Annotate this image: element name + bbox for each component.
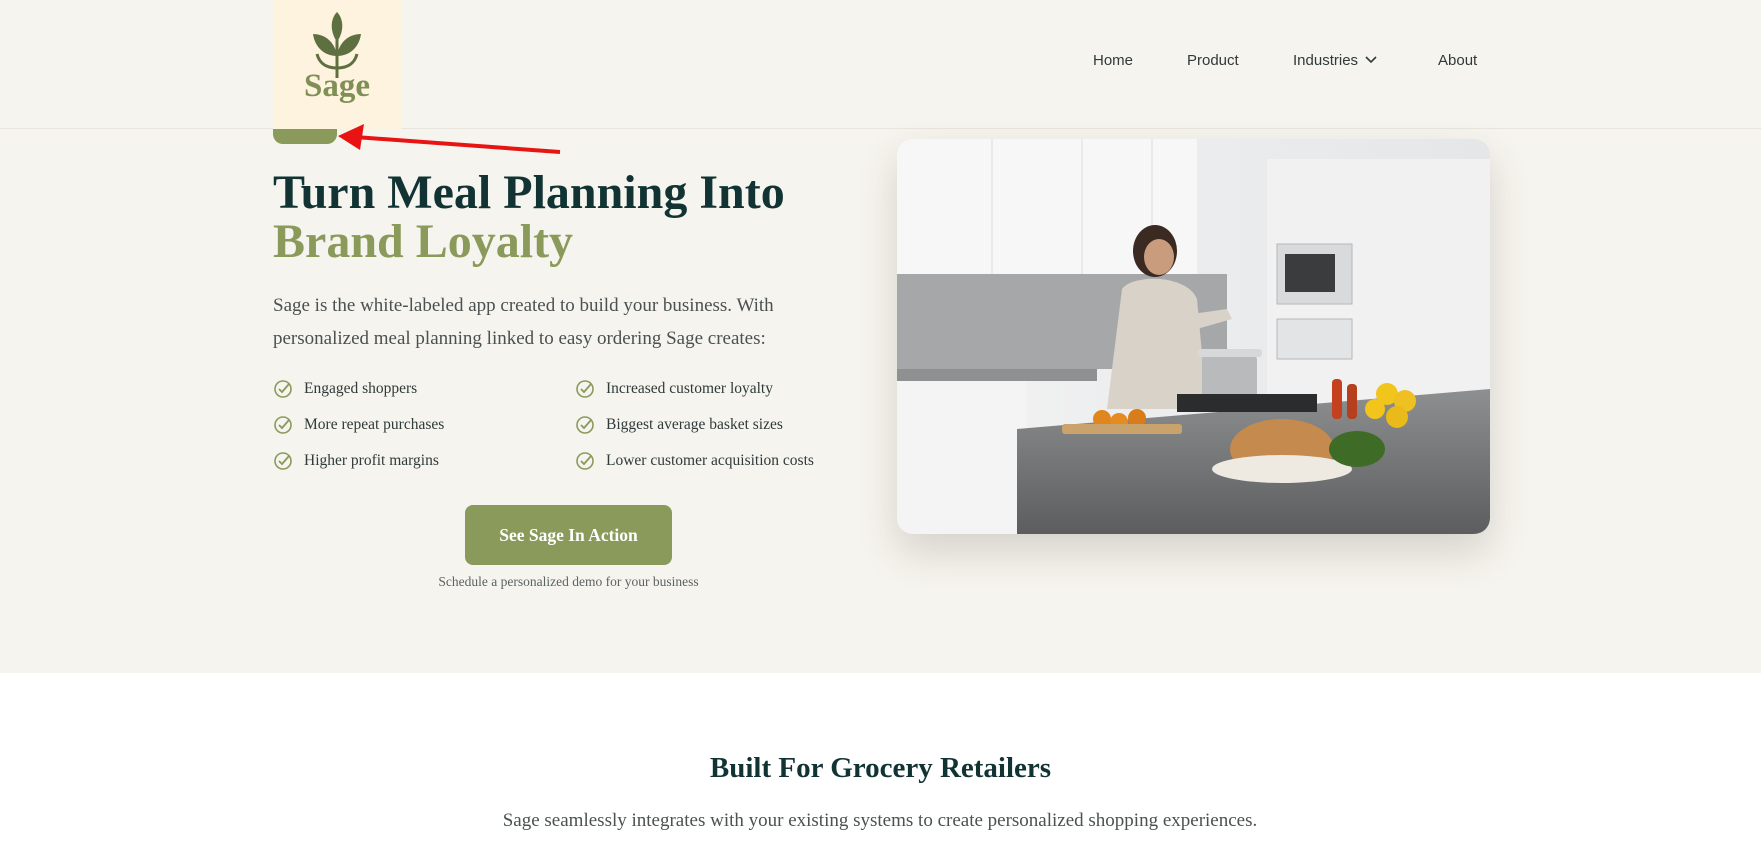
logo-text: Sage bbox=[304, 68, 370, 104]
nav-industries[interactable]: Industries bbox=[1293, 52, 1358, 69]
see-sage-in-action-button[interactable]: See Sage In Action bbox=[465, 505, 672, 565]
kitchen-photo bbox=[897, 139, 1490, 534]
annotation-arrow bbox=[338, 124, 561, 154]
section-title: Built For Grocery Retailers bbox=[709, 752, 1052, 784]
site-header: Sage Home Product Industries About bbox=[0, 0, 1761, 129]
hero-description: Sage is the white-labeled app created to… bbox=[273, 295, 774, 349]
benefit-label: Increased customer loyalty bbox=[606, 380, 773, 397]
benefit-label: Biggest average basket sizes bbox=[606, 416, 783, 433]
logo-tab bbox=[273, 129, 337, 144]
check-circle-icon bbox=[274, 416, 292, 434]
check-circle-icon bbox=[576, 416, 594, 434]
benefit-label: More repeat purchases bbox=[304, 416, 445, 433]
section-description: Sage seamlessly integrates with your exi… bbox=[502, 810, 1258, 831]
benefit-label: Lower customer acquisition costs bbox=[606, 452, 814, 469]
hero-kitchen-image bbox=[897, 139, 1490, 534]
nav-home[interactable]: Home bbox=[1093, 52, 1133, 69]
check-circle-icon bbox=[274, 452, 292, 470]
benefit-label: Engaged shoppers bbox=[304, 380, 418, 397]
hero-headline: Turn Meal Planning Into bbox=[273, 166, 785, 219]
benefit-label: Higher profit margins bbox=[304, 452, 439, 469]
check-circle-icon bbox=[576, 380, 594, 398]
nav-product[interactable]: Product bbox=[1187, 52, 1239, 69]
nav-about[interactable]: About bbox=[1438, 52, 1477, 69]
logo[interactable]: Sage bbox=[273, 0, 401, 129]
hero-headline-accent: Brand Loyalty bbox=[273, 215, 574, 268]
cta-subtext: Schedule a personalized demo for your bu… bbox=[438, 574, 699, 589]
check-circle-icon bbox=[274, 380, 292, 398]
check-circle-icon bbox=[576, 452, 594, 470]
hero-section bbox=[0, 129, 1761, 673]
chevron-down-icon[interactable] bbox=[1364, 55, 1378, 65]
